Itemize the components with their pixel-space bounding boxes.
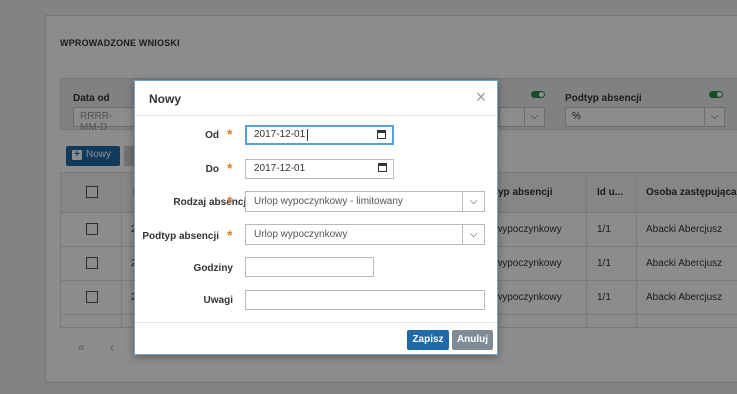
do-label: Do	[205, 164, 219, 175]
absence-subtype-value: Urlop wypoczynkowy	[254, 229, 348, 240]
calendar-icon[interactable]	[377, 130, 386, 139]
absence-type-select[interactable]: Urlop wypoczynkowy - limitowany ⌵	[245, 191, 485, 212]
save-button[interactable]: Zapisz	[407, 330, 449, 350]
required-marker: *	[227, 193, 233, 209]
od-date-value: 2017-12-01	[254, 129, 306, 140]
new-request-dialog: Nowy × Od * 2017-12-01 Do * 2017-12-01 R…	[134, 80, 498, 355]
od-label: Od	[205, 130, 219, 141]
dialog-title: Nowy	[149, 92, 182, 106]
text-caret	[307, 129, 308, 141]
chevron-down-icon: ⌵	[462, 192, 484, 211]
notes-input[interactable]	[245, 290, 485, 310]
required-marker: *	[227, 126, 233, 142]
absence-type-label: Rodzaj absencji	[173, 197, 249, 208]
do-date-value: 2017-12-01	[254, 163, 306, 174]
required-marker: *	[227, 227, 233, 243]
notes-label: Uwagi	[203, 295, 233, 306]
do-date-input[interactable]: 2017-12-01	[245, 159, 394, 179]
chevron-down-icon: ⌵	[462, 225, 484, 244]
cancel-button[interactable]: Anuluj	[452, 330, 493, 350]
required-marker: *	[227, 160, 233, 176]
hours-input[interactable]	[245, 257, 374, 277]
dialog-footer: Zapisz Anuluj	[135, 322, 497, 356]
close-icon[interactable]: ×	[473, 88, 489, 106]
absence-subtype-label: Podtyp absencji	[142, 231, 219, 242]
absence-subtype-select[interactable]: Urlop wypoczynkowy ⌵	[245, 224, 485, 245]
od-date-input[interactable]: 2017-12-01	[245, 125, 394, 145]
hours-label: Godziny	[193, 263, 233, 274]
dialog-header: Nowy ×	[135, 81, 497, 116]
calendar-icon[interactable]	[378, 163, 387, 172]
absence-type-value: Urlop wypoczynkowy - limitowany	[254, 196, 403, 207]
